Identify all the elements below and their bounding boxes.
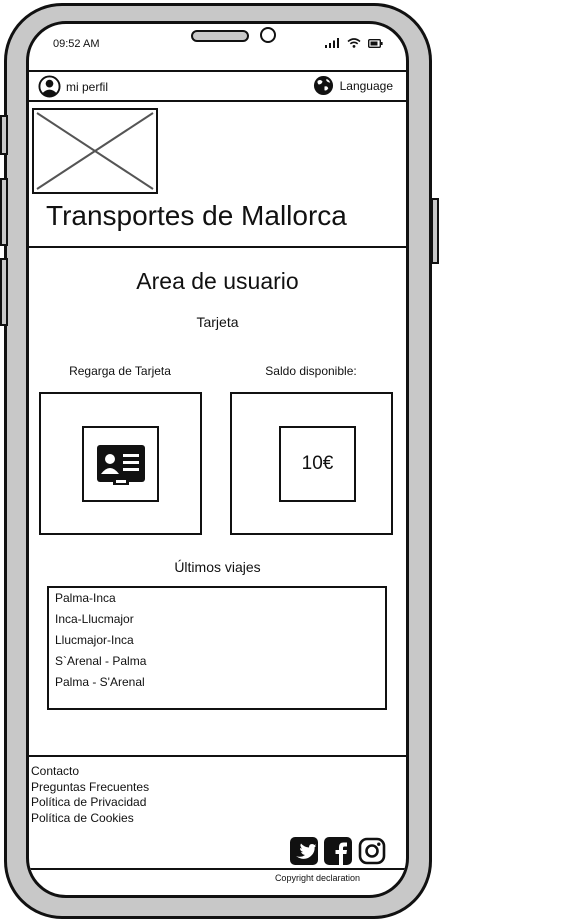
twitter-icon[interactable] <box>290 837 318 865</box>
balance-label: Saldo disponible: <box>265 364 357 378</box>
recharge-button[interactable] <box>82 426 159 502</box>
side-button-left-3 <box>0 258 8 326</box>
page-title: Area de usuario <box>136 268 299 294</box>
recent-trips-title: Últimos viajes <box>174 559 261 575</box>
section-title-tarjeta: Tarjeta <box>196 314 239 330</box>
footer-link-privacy[interactable]: Política de Privacidad <box>31 795 149 811</box>
logo-image-placeholder <box>32 108 158 194</box>
footer-link-cookies[interactable]: Política de Cookies <box>31 811 149 827</box>
side-button-right <box>431 198 439 264</box>
battery-icon <box>368 38 383 48</box>
language-label: Language <box>339 78 393 93</box>
wifi-icon <box>347 38 361 48</box>
balance-card: 10€ <box>230 392 393 535</box>
recent-trips-list: Palma-Inca Inca-Llucmajor Llucmajor-Inca… <box>47 586 387 710</box>
profile-label: mi perfil <box>66 79 109 94</box>
footer-link-faq[interactable]: Preguntas Frecuentes <box>31 780 149 796</box>
site-header: Transportes de Mallorca <box>29 102 406 248</box>
recharge-label: Regarga de Tarjeta <box>69 364 171 378</box>
footer: Contacto Preguntas Frecuentes Política d… <box>29 755 406 870</box>
footer-links: Contacto Preguntas Frecuentes Política d… <box>31 764 149 826</box>
trip-item[interactable]: Inca-Llucmajor <box>49 609 385 630</box>
footer-link-contacto[interactable]: Contacto <box>31 764 149 780</box>
top-bar: mi perfil Language <box>29 70 406 102</box>
site-title: Transportes de Mallorca <box>46 200 347 231</box>
copyright-text: Copyright declaration <box>274 873 360 883</box>
instagram-icon[interactable] <box>358 837 386 865</box>
balance-box: 10€ <box>279 426 356 502</box>
side-button-left-1 <box>0 115 8 155</box>
language-selector[interactable]: Language <box>313 75 393 96</box>
facebook-icon[interactable] <box>324 837 352 865</box>
status-time: 09:52 AM <box>53 38 100 50</box>
side-button-left-2 <box>0 178 8 246</box>
user-area: Area de usuario Tarjeta Regarga de Tarje… <box>29 250 406 755</box>
speaker-grille <box>191 30 249 42</box>
phone-screen: 09:52 AM mi perfil Language Transportes … <box>26 21 409 898</box>
profile-link[interactable]: mi perfil <box>38 75 108 98</box>
signal-icon <box>325 38 339 48</box>
user-circle-icon <box>38 75 61 98</box>
recharge-card[interactable] <box>39 392 202 535</box>
trip-item[interactable]: Palma - S'Arenal <box>49 672 385 693</box>
trip-item[interactable]: Llucmajor-Inca <box>49 630 385 651</box>
globe-icon <box>313 75 333 96</box>
front-camera <box>260 27 276 43</box>
status-bar: 09:52 AM <box>29 24 406 69</box>
status-icons <box>325 38 383 48</box>
balance-value: 10€ <box>301 453 334 474</box>
social-links <box>290 837 386 865</box>
trip-item[interactable]: S`Arenal - Palma <box>49 651 385 672</box>
id-card-icon <box>97 445 145 485</box>
trip-item[interactable]: Palma-Inca <box>49 588 385 609</box>
